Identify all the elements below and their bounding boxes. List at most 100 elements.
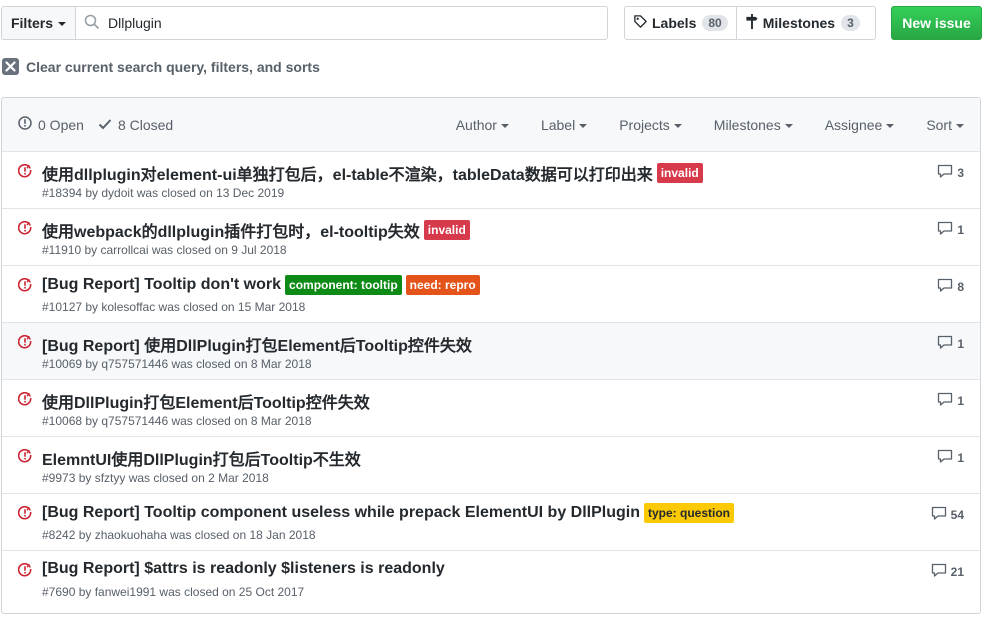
comment-icon <box>937 278 953 295</box>
check-icon <box>98 117 112 133</box>
filter-search-group: Filters <box>1 6 608 40</box>
filters-label: Filters <box>10 15 53 31</box>
comments-link[interactable]: 3 <box>937 164 964 181</box>
closed-count-label: 8 Closed <box>117 116 174 133</box>
open-count-label: 0 Open <box>38 116 84 133</box>
clear-filters-text: Clear current search query, filters, and… <box>26 58 320 75</box>
sort-menu-label: Author <box>455 117 497 133</box>
issue-row: 使用webpack的dllplugin插件打包时，el-tooltip失效 inv… <box>2 209 980 266</box>
issue-closed-icon <box>17 277 32 295</box>
issue-row: 使用dllplugin对element-ui单独打包后，el-table不渲染，… <box>2 152 980 209</box>
issue-label-badge[interactable]: invalid <box>423 220 470 240</box>
milestones-label: Milestones <box>762 15 836 31</box>
issue-row: ElemntUI使用DllPlugin打包后Tooltip不生效 #9973 by… <box>2 437 980 494</box>
milestone-icon <box>745 14 759 32</box>
search-input[interactable] <box>108 15 588 31</box>
issue-meta: #11910 by carrollcai was closed on 9 Jul… <box>42 243 287 257</box>
sort-menu-sort[interactable]: Sort <box>926 117 964 133</box>
comment-count: 21 <box>950 564 964 579</box>
filters-dropdown-button[interactable]: Filters <box>2 7 76 39</box>
issue-closed-icon <box>17 391 32 409</box>
comments-link[interactable]: 1 <box>937 335 964 352</box>
issue-meta: #8242 by zhaokuohaha was closed on 18 Ja… <box>42 528 316 542</box>
new-issue-button[interactable]: New issue <box>891 6 982 40</box>
sort-menu-label[interactable]: Label <box>540 117 588 133</box>
comments-link[interactable]: 1 <box>937 392 964 409</box>
issue-label-badge[interactable]: component: tooltip <box>285 275 402 295</box>
comments-link[interactable]: 1 <box>937 221 964 238</box>
comment-icon <box>937 449 953 466</box>
issue-meta: #10127 by kolesoffac was closed on 15 Ma… <box>42 300 306 314</box>
issue-closed-icon <box>17 505 32 523</box>
issue-title-line: [Bug Report] 使用DllPlugin打包Element后Toolti… <box>42 332 472 356</box>
comment-count: 1 <box>957 393 964 408</box>
issue-state-toggles: 0 Open 8 Closed <box>18 116 173 133</box>
issue-title-line: ElemntUI使用DllPlugin打包后Tooltip不生效 <box>42 446 361 470</box>
sort-menu-author[interactable]: Author <box>456 117 509 133</box>
clear-filters-link[interactable]: Clear current search query, filters, and… <box>2 58 320 75</box>
chevron-down-icon <box>956 124 964 128</box>
chevron-down-icon <box>500 124 509 128</box>
open-issues-link[interactable]: 0 Open <box>18 116 84 133</box>
issue-title-line: [Bug Report] Tooltip don't work component… <box>42 275 480 295</box>
search-area <box>76 7 607 39</box>
search-icon <box>84 14 100 33</box>
sort-menu-label: Sort <box>926 117 952 133</box>
issue-title-link[interactable]: ElemntUI使用DllPlugin打包后Tooltip不生效 <box>42 446 361 470</box>
sort-menu-label: Label <box>540 117 576 133</box>
issue-meta: #7690 by fanwei1991 was closed on 25 Oct… <box>42 585 305 599</box>
sort-menu-milestones[interactable]: Milestones <box>714 117 793 133</box>
comments-link[interactable]: 21 <box>931 563 964 580</box>
issues-list-header: 0 Open 8 Closed Author Label Projects Miles… <box>2 98 980 152</box>
comment-icon <box>937 335 953 352</box>
labels-label: Labels <box>652 15 697 31</box>
sort-menu-assignee[interactable]: Assignee <box>825 117 895 133</box>
issue-title-link[interactable]: [Bug Report] 使用DllPlugin打包Element后Toolti… <box>42 332 472 356</box>
sort-menu-label: Projects <box>619 117 670 133</box>
issue-closed-icon <box>17 220 32 238</box>
closed-issues-link[interactable]: 8 Closed <box>98 117 173 133</box>
chevron-down-icon <box>886 124 895 128</box>
issue-rows: 使用dllplugin对element-ui单独打包后，el-table不渲染，… <box>2 152 980 608</box>
issue-title-link[interactable]: [Bug Report] Tooltip component useless w… <box>42 504 640 522</box>
milestones-count: 3 <box>841 15 860 31</box>
issue-title-line: [Bug Report] Tooltip component useless w… <box>42 503 735 523</box>
issue-label-badge[interactable]: type: question <box>644 503 735 523</box>
issue-title-link[interactable]: 使用DllPlugin打包Element后Tooltip控件失效 <box>42 389 370 413</box>
issue-meta: #10069 by q757571446 was closed on 8 Mar… <box>42 357 312 371</box>
comment-icon <box>937 392 953 409</box>
issue-title-link[interactable]: [Bug Report] $attrs is readonly $listene… <box>42 560 445 578</box>
issue-row: 使用DllPlugin打包Element后Tooltip控件失效 #10068 b… <box>2 380 980 437</box>
issue-row: [Bug Report] Tooltip component useless w… <box>2 494 980 551</box>
issue-row: [Bug Report] $attrs is readonly $listene… <box>2 551 980 608</box>
sort-menu-projects[interactable]: Projects <box>619 117 682 133</box>
comment-count: 1 <box>957 222 964 237</box>
issues-toolbar: Filters Labels 80 Milestones 3 New issue <box>1 6 991 40</box>
close-icon <box>2 58 19 75</box>
comment-icon <box>937 164 953 181</box>
comment-count: 1 <box>957 336 964 351</box>
chevron-down-icon <box>784 124 793 128</box>
issue-closed-icon <box>17 334 32 352</box>
issue-opened-icon <box>18 116 32 133</box>
issue-row: [Bug Report] 使用DllPlugin打包Element后Toolti… <box>2 323 980 380</box>
issue-meta: #9973 by sfztyy was closed on 2 Mar 2018 <box>42 471 269 485</box>
issue-meta: #18394 by dydoit was closed on 13 Dec 20… <box>42 186 285 200</box>
labels-link[interactable]: Labels 80 <box>625 7 736 39</box>
comments-link[interactable]: 54 <box>931 506 964 523</box>
comment-count: 3 <box>957 165 964 180</box>
issue-label-badge[interactable]: need: repro <box>405 275 480 295</box>
comment-icon <box>931 506 947 523</box>
issue-title-link[interactable]: [Bug Report] Tooltip don't work <box>42 276 281 294</box>
labels-count: 80 <box>702 15 728 31</box>
sort-menu-label: Milestones <box>713 117 781 133</box>
issue-closed-icon <box>17 448 32 466</box>
milestones-link[interactable]: Milestones 3 <box>735 7 868 39</box>
issue-title-link[interactable]: 使用webpack的dllplugin插件打包时，el-tooltip失效 <box>42 218 420 242</box>
issue-label-badge[interactable]: invalid <box>656 163 703 183</box>
comments-link[interactable]: 1 <box>937 449 964 466</box>
comments-link[interactable]: 8 <box>937 278 964 295</box>
chevron-down-icon <box>58 22 66 26</box>
issue-title-link[interactable]: 使用dllplugin对element-ui单独打包后，el-table不渲染，… <box>42 161 653 185</box>
issue-closed-icon <box>17 163 32 181</box>
